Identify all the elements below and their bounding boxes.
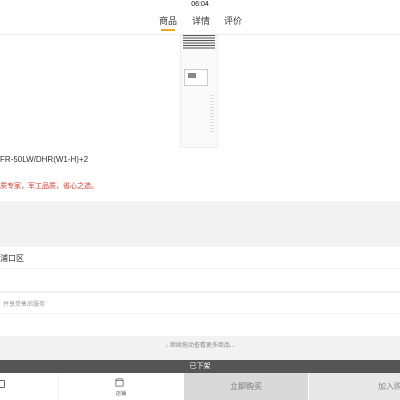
tab-reviews[interactable]: 评价: [224, 15, 242, 31]
info-row-2[interactable]: [0, 314, 400, 336]
location-text: 浦口区: [0, 254, 24, 263]
product-title: FR-50LW/DHR(W1-H)+2: [0, 155, 89, 164]
add-to-cart-label: 加入购: [378, 382, 400, 391]
tab-details[interactable]: 详情: [192, 15, 210, 31]
home-icon: [0, 380, 5, 388]
add-to-cart-button[interactable]: 加入购: [309, 373, 400, 400]
top-tab-bar: 商品 详情 评价: [0, 10, 400, 35]
off-shelf-banner: 已下架: [0, 360, 400, 373]
shop-button[interactable]: 店铺: [59, 373, 183, 400]
shop-icon: [115, 378, 124, 387]
service-row[interactable]: 并享受售后服务: [0, 293, 400, 313]
tab-goods[interactable]: 商品: [159, 15, 177, 31]
status-time: 06:04: [191, 1, 209, 8]
product-section: FR-50LW/DHR(W1-H)+2 质专家，军工品质，省心之选。: [0, 35, 400, 201]
air-conditioner-grill: [183, 35, 215, 49]
bottom-action-bar: 店铺 立即购买 加入购: [0, 373, 400, 400]
service-text: 并享受售后服务: [3, 302, 46, 308]
shop-label: 店铺: [115, 391, 126, 397]
product-slogan: 质专家，军工品质，省心之选。: [0, 183, 98, 190]
air-conditioner-vent: [210, 95, 214, 133]
product-image[interactable]: [180, 35, 218, 148]
pull-more-hint: ↓ 继续拖动查看更多商品...: [165, 343, 235, 349]
status-bar: 06:04: [0, 0, 400, 10]
bottom-left-button[interactable]: [0, 373, 59, 400]
delivery-location-row[interactable]: 浦口区: [0, 247, 400, 268]
buy-now-button[interactable]: 立即购买: [184, 373, 308, 400]
air-conditioner-display: [184, 69, 208, 86]
info-row[interactable]: [0, 269, 400, 291]
